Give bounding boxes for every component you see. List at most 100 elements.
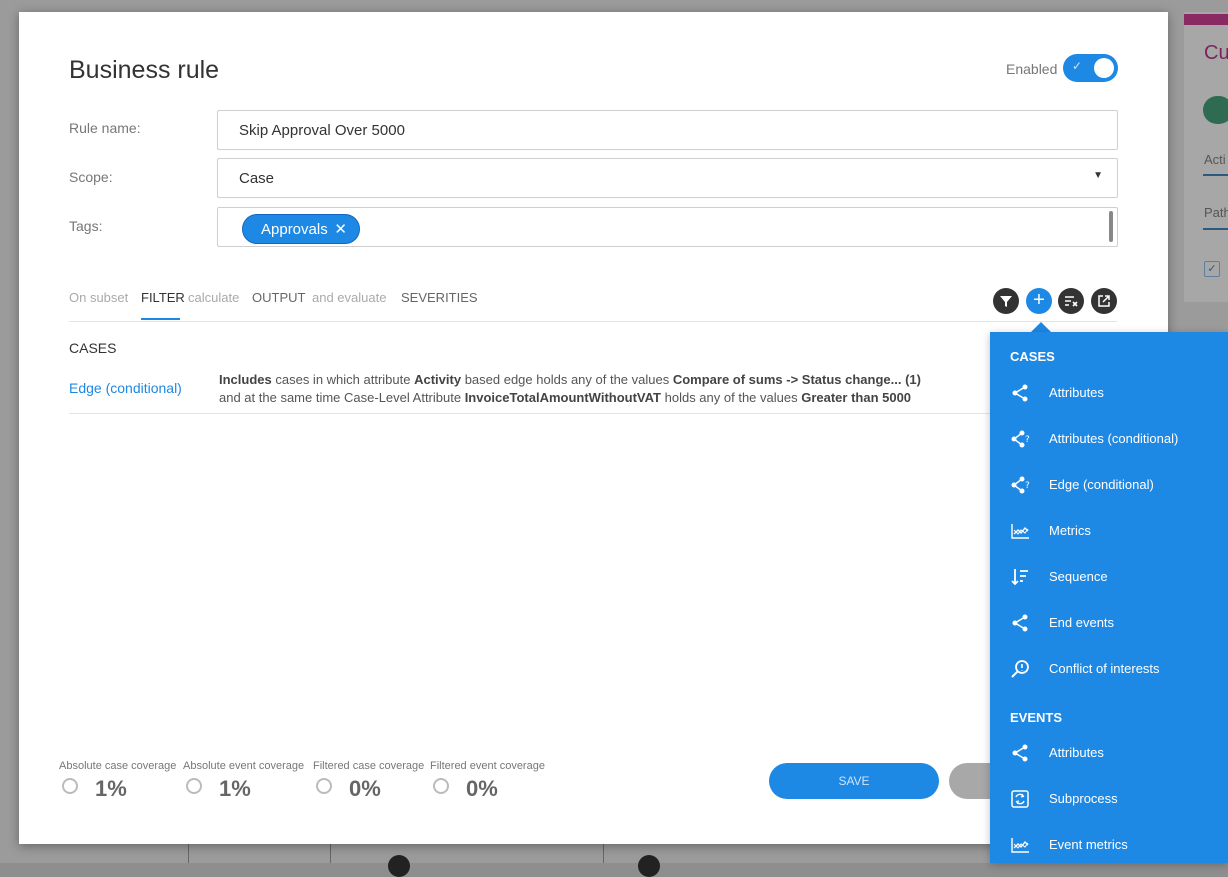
menu-item-attributes[interactable]: Attributes <box>990 376 1228 412</box>
tab-on-subset[interactable]: On subset <box>69 290 128 305</box>
background-graph-line <box>188 843 189 863</box>
menu-arrow <box>1031 322 1051 332</box>
rule-value-bold: Compare of sums -> Status change... (1) <box>672 372 921 387</box>
tags-label: Tags: <box>69 218 103 234</box>
tags-input[interactable]: Approvals ✕ <box>217 207 1118 247</box>
rule-name-input[interactable]: Skip Approval Over 5000 <box>217 110 1118 150</box>
background-tab-underline-2 <box>1203 228 1228 230</box>
metrics-chart-icon <box>1010 521 1030 541</box>
check-icon: ✓ <box>1072 59 1083 73</box>
coverage-ring-icon <box>433 778 449 794</box>
menu-item-label: Attributes <box>1049 385 1104 400</box>
menu-item-conflict-of-interests[interactable]: Conflict of interests <box>990 652 1228 688</box>
toggle-knob <box>1094 58 1114 78</box>
coverage-value: 1% <box>95 776 127 801</box>
rule-text: cases in which attribute <box>271 372 415 387</box>
tag-chip[interactable]: Approvals ✕ <box>242 214 360 244</box>
share-question-icon: ? <box>1010 429 1030 449</box>
menu-item-sequence[interactable]: Sequence <box>990 560 1228 596</box>
sort-sequence-icon <box>1010 567 1030 587</box>
menu-item-label: Conflict of interests <box>1049 661 1160 676</box>
rule-divider <box>69 413 1009 414</box>
menu-item-attributes[interactable]: Attributes <box>990 736 1228 772</box>
coverage-absolute-case: Absolute case coverage 1% <box>59 760 177 801</box>
tags-scrollbar[interactable] <box>1109 211 1113 242</box>
menu-item-attributes-conditional[interactable]: ? Attributes (conditional) <box>990 422 1228 458</box>
rule-text: holds any of the values <box>661 390 802 405</box>
rule-value-bold: Greater than 5000 <box>801 390 912 405</box>
tab-and-evaluate[interactable]: and evaluate <box>312 290 386 305</box>
tab-filter[interactable]: FILTER <box>141 290 185 305</box>
cases-heading: CASES <box>69 340 117 356</box>
coverage-value: 1% <box>219 776 251 801</box>
rule-description-line-2: and at the same time Case-Level Attribut… <box>219 390 911 405</box>
rule-value-bold: Activity <box>414 372 462 387</box>
dialog-title: Business rule <box>69 56 220 84</box>
menu-item-label: Event metrics <box>1049 837 1128 852</box>
coverage-ring-icon <box>62 778 78 794</box>
clear-filters-icon[interactable] <box>1058 288 1084 314</box>
scope-label: Scope: <box>69 169 113 185</box>
menu-item-event-metrics[interactable]: Event metrics <box>990 828 1228 864</box>
menu-item-end-events[interactable]: End events <box>990 606 1228 642</box>
scope-value: Case <box>239 170 275 187</box>
background-tab-2: Path <box>1204 205 1228 220</box>
rule-text: and at the same time Case-Level Attribut… <box>219 390 465 405</box>
background-graph-line <box>330 843 331 863</box>
menu-item-label: Metrics <box>1049 523 1091 538</box>
menu-item-metrics[interactable]: Metrics <box>990 514 1228 550</box>
tag-chip-label: Approvals <box>261 221 328 238</box>
background-tab-1: Acti <box>1204 152 1226 167</box>
menu-item-label: Subprocess <box>1049 791 1118 806</box>
scope-select[interactable]: Case ▼ <box>217 158 1118 198</box>
share-icon <box>1010 613 1030 633</box>
coverage-value: 0% <box>349 776 381 801</box>
menu-item-subprocess[interactable]: Subprocess <box>990 782 1228 818</box>
menu-item-label: Attributes <box>1049 745 1104 760</box>
tab-output[interactable]: OUTPUT <box>252 290 305 305</box>
coverage-value: 0% <box>466 776 498 801</box>
coverage-caption: Absolute case coverage <box>59 760 177 772</box>
menu-item-label: Attributes (conditional) <box>1049 431 1179 446</box>
share-icon <box>1010 383 1030 403</box>
enabled-label: Enabled <box>1006 61 1058 77</box>
menu-heading-events: EVENTS <box>1010 710 1063 725</box>
coverage-filtered-case: Filtered case coverage 0% <box>313 760 425 801</box>
save-button[interactable]: SAVE <box>769 763 939 799</box>
background-pill-button <box>1203 96 1228 124</box>
svg-text:?: ? <box>1025 435 1030 445</box>
coverage-filtered-event: Filtered event coverage 0% <box>430 760 545 801</box>
rule-type-link[interactable]: Edge (conditional) <box>69 380 182 396</box>
coverage-ring-icon <box>186 778 202 794</box>
add-filter-menu: CASES Attributes? Attributes (conditional… <box>990 332 1228 863</box>
rule-name-label: Rule name: <box>69 120 141 136</box>
background-side-panel-bar <box>1184 14 1228 25</box>
filter-icon[interactable] <box>993 288 1019 314</box>
add-filter-icon[interactable]: + <box>1026 288 1052 314</box>
menu-heading-cases: CASES <box>1010 349 1055 364</box>
background-tab-underline-1 <box>1203 174 1228 176</box>
export-icon[interactable] <box>1091 288 1117 314</box>
menu-item-label: Edge (conditional) <box>1049 477 1154 492</box>
tabs-divider <box>69 321 1117 322</box>
rule-description-line-1: Includes cases in which attribute Activi… <box>219 372 921 387</box>
coverage-ring-icon <box>316 778 332 794</box>
rule-value-bold: InvoiceTotalAmountWithoutVAT <box>464 390 661 405</box>
share-icon <box>1010 743 1030 763</box>
background-graph-node <box>638 855 660 877</box>
menu-item-label: Sequence <box>1049 569 1108 584</box>
metrics-chart-icon <box>1010 835 1030 855</box>
background-panel-title: Cu <box>1204 42 1228 64</box>
menu-item-label: End events <box>1049 615 1115 630</box>
enabled-toggle[interactable]: ✓ <box>1063 54 1118 82</box>
rule-name-value: Skip Approval Over 5000 <box>239 122 405 139</box>
tab-calculate[interactable]: calculate <box>188 290 239 305</box>
background-graph-line <box>603 843 604 863</box>
active-tab-indicator <box>141 318 180 320</box>
share-question-icon: ? <box>1010 475 1030 495</box>
coverage-caption: Filtered event coverage <box>430 760 545 772</box>
remove-tag-icon[interactable]: ✕ <box>334 220 347 238</box>
menu-item-edge-conditional[interactable]: ? Edge (conditional) <box>990 468 1228 504</box>
coverage-caption: Filtered case coverage <box>313 760 425 772</box>
tab-severities[interactable]: SEVERITIES <box>401 290 478 305</box>
